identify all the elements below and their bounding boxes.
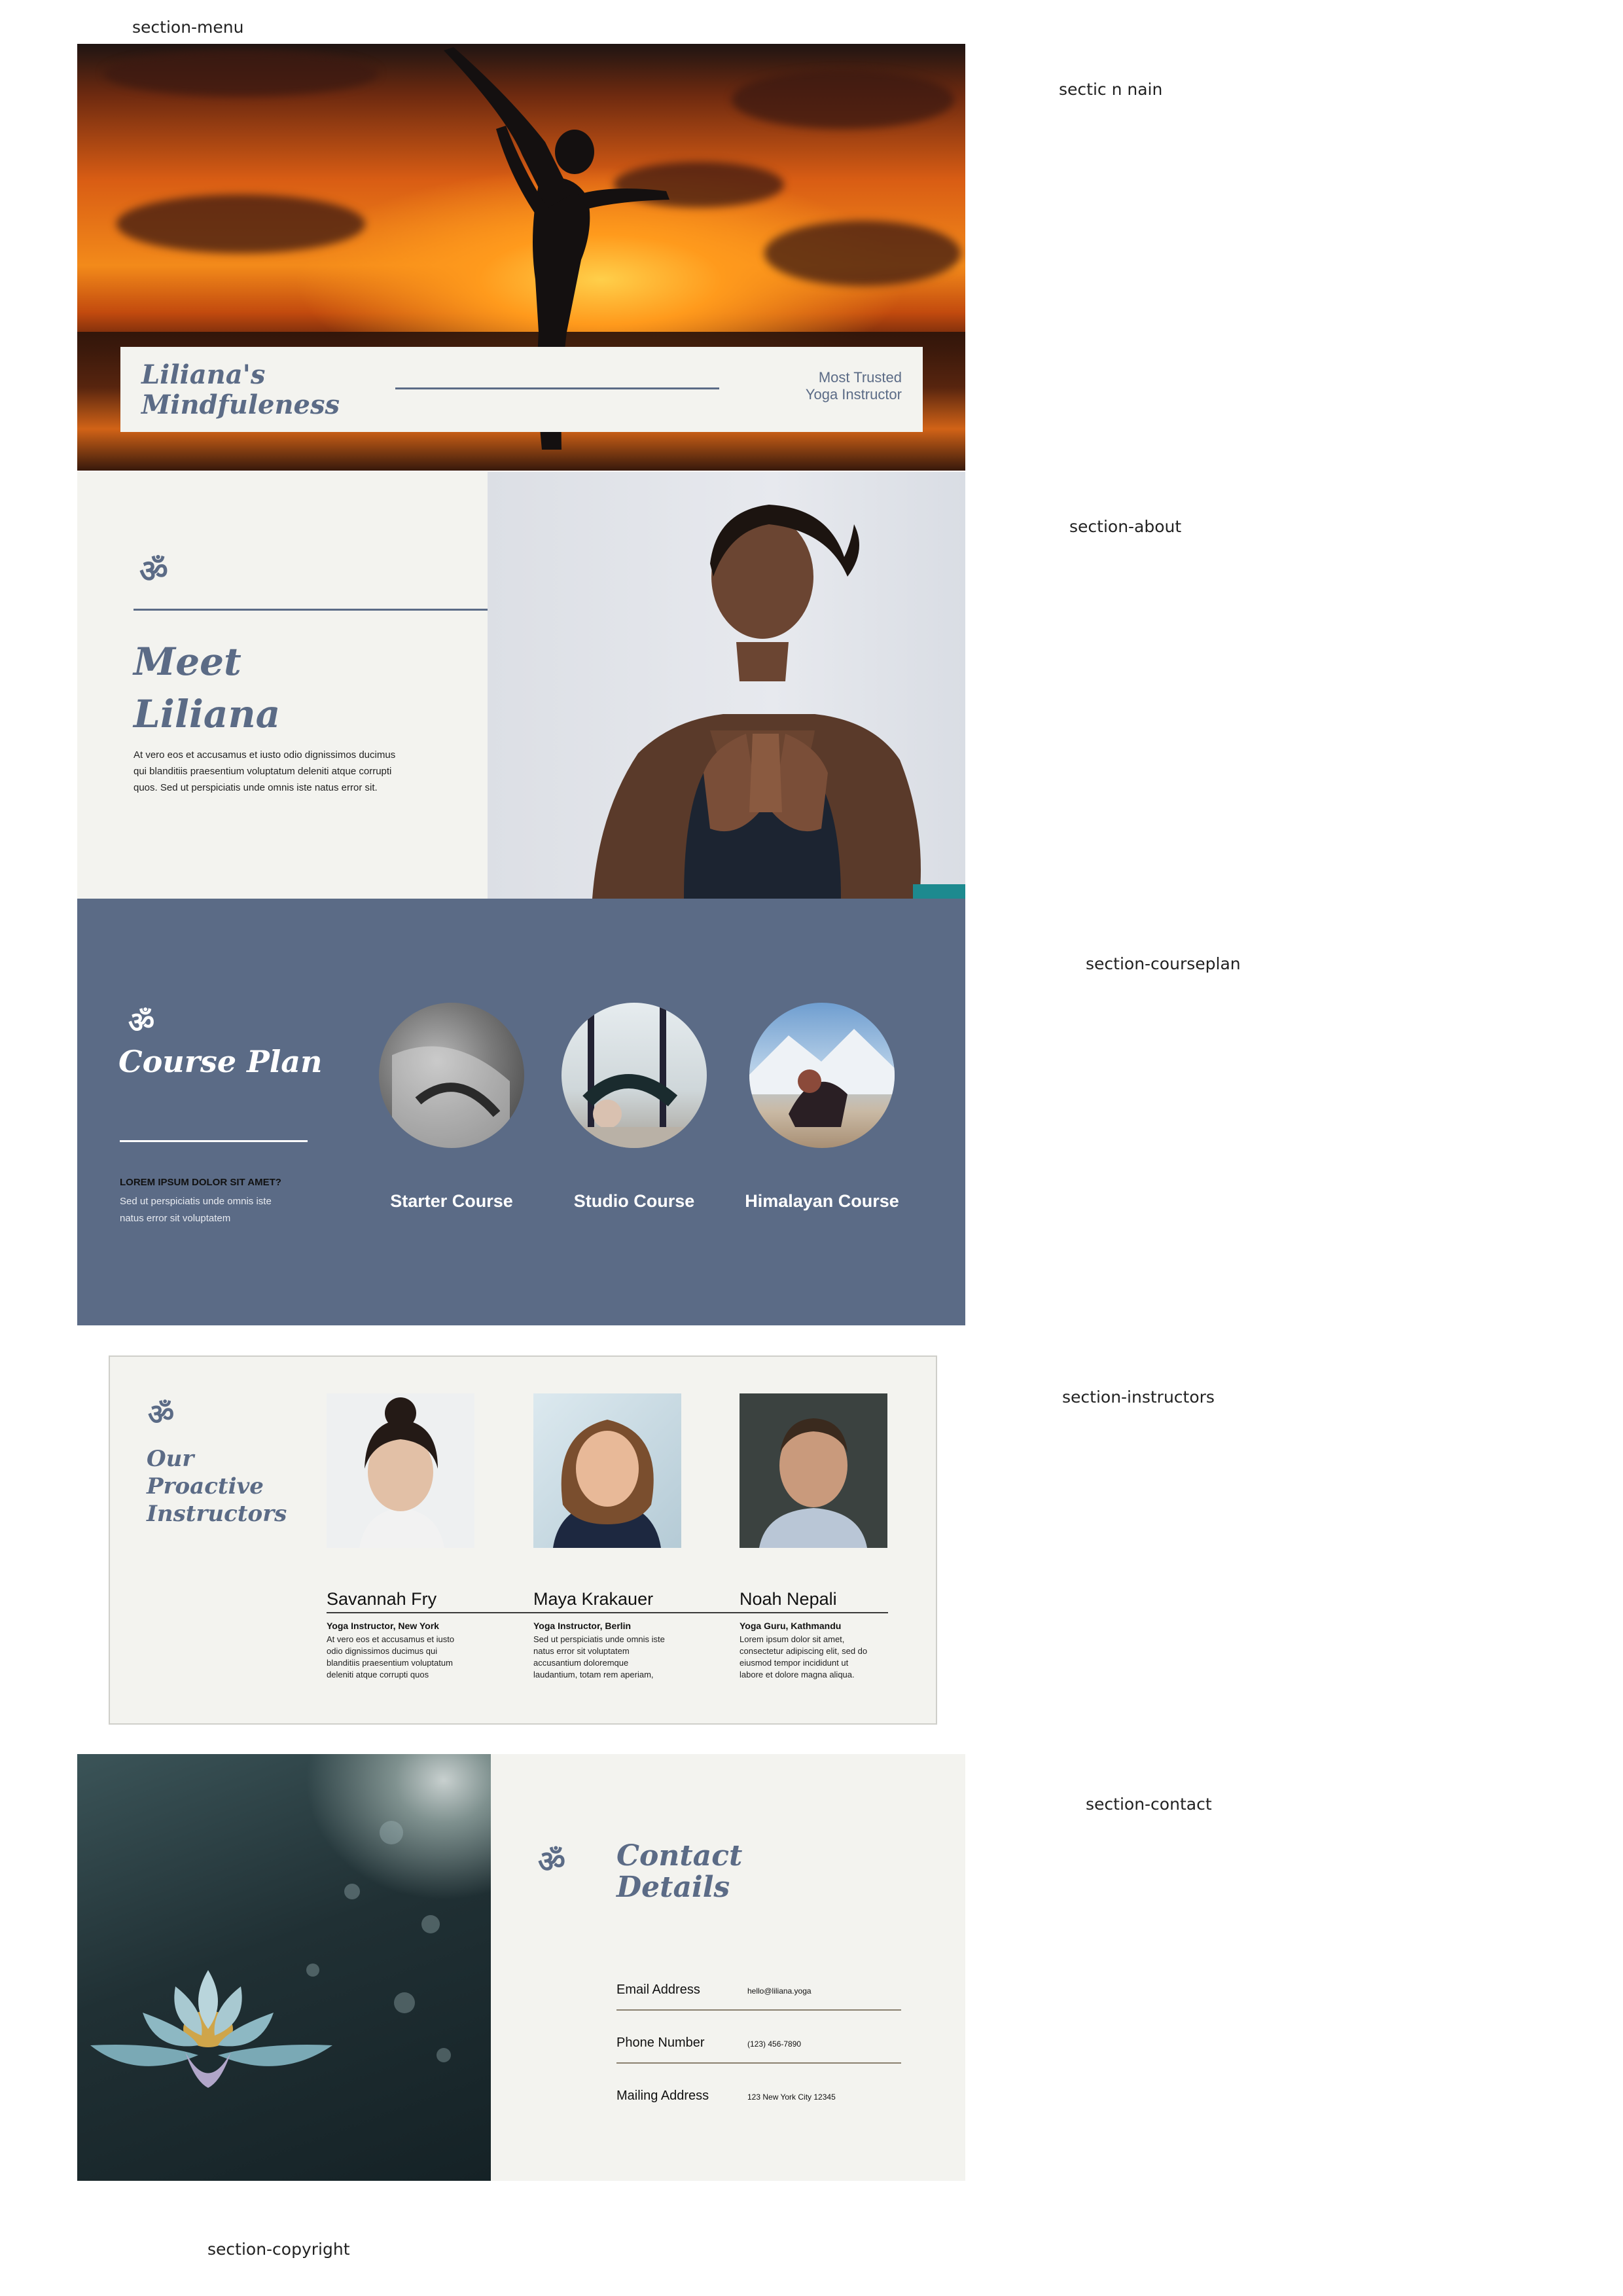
about-body-line-2: qui blanditiis praesentium voluptatum de… bbox=[134, 766, 392, 777]
bio-line: blanditiis praesentium voluptatum bbox=[327, 1658, 453, 1668]
course-plan-subhead: LOREM IPSUM DOLOR SIT AMET? bbox=[120, 1177, 281, 1188]
starter-course-label[interactable]: Starter Course bbox=[357, 1191, 546, 1211]
bio-line: deleniti atque corrupti quos bbox=[327, 1670, 429, 1679]
instructor-portrait-image bbox=[488, 472, 965, 899]
course-plan-title: Course Plan bbox=[118, 1044, 323, 1079]
contact-title-line-1: Contact bbox=[616, 1839, 743, 1873]
instructor-photo-maya bbox=[533, 1393, 681, 1548]
about-title: Meet Liliana bbox=[134, 636, 280, 740]
noah-portrait bbox=[759, 1418, 867, 1548]
hero-tagline: Most Trusted Yoga Instructor bbox=[806, 369, 902, 403]
meditating-woman-image bbox=[592, 505, 965, 899]
address-value: 123 New York City 12345 bbox=[747, 2092, 836, 2102]
instructor-name-savannah: Savannah Fry bbox=[327, 1589, 437, 1609]
instructor-role-noah: Yoga Guru, Kathmandu bbox=[740, 1621, 842, 1631]
email-label: Email Address bbox=[616, 1982, 700, 1997]
section-label-courseplan: section-courseplan bbox=[1086, 954, 1241, 973]
instructors-title-line-2: Proactive bbox=[147, 1473, 264, 1499]
bio-line: Sed ut perspiciatis unde omnis iste bbox=[533, 1634, 665, 1644]
instructors-divider bbox=[327, 1612, 888, 1613]
himalayan-course-photo bbox=[749, 1029, 895, 1127]
about-text-panel: ॐ Meet Liliana At vero eos et accusamus … bbox=[77, 472, 488, 899]
instructors-title-line-3: Instructors bbox=[147, 1501, 287, 1527]
lotus-flower-image bbox=[90, 1821, 451, 2088]
instructor-bio-savannah: At vero eos et accusamus et iusto odio d… bbox=[327, 1634, 472, 1681]
bio-line: eiusmod tempor incididunt ut bbox=[740, 1658, 849, 1668]
section-label-instructors: section-instructors bbox=[1062, 1388, 1215, 1407]
instructor-name-noah: Noah Nepali bbox=[740, 1589, 837, 1609]
tagline-line-1: Most Trusted bbox=[818, 369, 902, 386]
instructor-bio-maya: Sed ut perspiciatis unde omnis iste natu… bbox=[533, 1634, 679, 1681]
bio-line: consectetur adipiscing elit, sed do bbox=[740, 1646, 868, 1656]
section-label-copyright: section-copyright bbox=[207, 2240, 350, 2259]
om-icon: ॐ bbox=[139, 553, 168, 590]
brand-line-2: Mindfuleness bbox=[141, 389, 340, 420]
instructor-photo-noah bbox=[740, 1393, 887, 1548]
instructors-title: Our Proactive Instructors bbox=[147, 1445, 287, 1528]
contact-divider bbox=[616, 2062, 901, 2064]
om-icon: ॐ bbox=[128, 1006, 155, 1039]
about-body-line-3: quos. Sed ut perspiciatis unde omnis ist… bbox=[134, 782, 378, 793]
studio-course-image[interactable] bbox=[562, 1003, 707, 1148]
instructor-role-savannah: Yoga Instructor, New York bbox=[327, 1621, 439, 1631]
studio-course-label[interactable]: Studio Course bbox=[539, 1191, 729, 1211]
instructor-bio-noah: Lorem ipsum dolor sit amet, consectetur … bbox=[740, 1634, 885, 1681]
hero-banner: Liliana's Mindfuleness Most Trusted Yoga… bbox=[120, 347, 923, 432]
section-label-menu: section-menu bbox=[132, 18, 244, 37]
course-plan-body: Sed ut perspiciatis unde omnis iste natu… bbox=[120, 1193, 272, 1227]
lotus-image bbox=[77, 1754, 491, 2181]
contact-divider bbox=[616, 2009, 901, 2011]
email-value[interactable]: hello@liliana.yoga bbox=[747, 1986, 812, 1996]
about-title-line-1: Meet bbox=[134, 639, 241, 684]
bio-line: odio dignissimos ducimus qui bbox=[327, 1646, 438, 1656]
instructors-section: ॐ Our Proactive Instructors Savannah Fry… bbox=[109, 1355, 937, 1725]
instructors-title-line-1: Our bbox=[147, 1446, 194, 1472]
about-body-line-1: At vero eos et accusamus et iusto odio d… bbox=[134, 749, 396, 761]
brand-line-1: Liliana's bbox=[141, 359, 266, 390]
om-icon: ॐ bbox=[148, 1398, 175, 1431]
studio-course-photo bbox=[562, 1003, 707, 1148]
hero-divider bbox=[395, 387, 719, 389]
phone-value[interactable]: (123) 456-7890 bbox=[747, 2039, 801, 2049]
himalayan-course-image[interactable] bbox=[749, 1003, 895, 1148]
about-title-line-2: Liliana bbox=[134, 692, 281, 736]
about-divider bbox=[134, 609, 488, 611]
course-plan-divider bbox=[120, 1140, 308, 1142]
section-label-about: section-about bbox=[1069, 517, 1182, 536]
instructor-name-maya: Maya Krakauer bbox=[533, 1589, 654, 1609]
bio-line: laudantium, totam rem aperiam, bbox=[533, 1670, 654, 1679]
course-plan-section: ॐ Course Plan LOREM IPSUM DOLOR SIT AMET… bbox=[77, 899, 965, 1325]
contact-title: Contact Details bbox=[616, 1840, 742, 1903]
phone-label: Phone Number bbox=[616, 2036, 705, 2050]
bio-line: natus error sit voluptatem bbox=[533, 1646, 630, 1656]
contact-title-line-2: Details bbox=[616, 1871, 730, 1904]
section-label-main: sectic n nain bbox=[1059, 80, 1163, 99]
om-icon: ॐ bbox=[538, 1844, 565, 1879]
maya-portrait bbox=[553, 1420, 661, 1548]
brand-logo[interactable]: Liliana's Mindfuleness bbox=[141, 360, 340, 420]
instructor-photo-savannah bbox=[327, 1393, 474, 1548]
address-label: Mailing Address bbox=[616, 2089, 709, 2103]
instructor-role-maya: Yoga Instructor, Berlin bbox=[533, 1621, 632, 1631]
bio-line: At vero eos et accusamus et iusto bbox=[327, 1634, 455, 1644]
savannah-portrait bbox=[359, 1397, 444, 1548]
hero-section: Liliana's Mindfuleness Most Trusted Yoga… bbox=[77, 44, 965, 471]
himalayan-course-label[interactable]: Himalayan Course bbox=[727, 1191, 917, 1211]
course-plan-body-line-1: Sed ut perspiciatis unde omnis iste bbox=[120, 1196, 272, 1207]
bio-line: labore et dolore magna aliqua. bbox=[740, 1670, 855, 1679]
course-plan-body-line-2: natus error sit voluptatem bbox=[120, 1213, 231, 1224]
starter-course-photo bbox=[392, 1046, 510, 1148]
tagline-line-2: Yoga Instructor bbox=[805, 386, 902, 403]
bio-line: Lorem ipsum dolor sit amet, bbox=[740, 1634, 845, 1644]
starter-course-image[interactable] bbox=[379, 1003, 524, 1148]
section-label-contact: section-contact bbox=[1086, 1795, 1212, 1814]
bio-line: accusantium doloremque bbox=[533, 1658, 629, 1668]
contact-details-panel: ॐ Contact Details Email Address hello@li… bbox=[491, 1754, 965, 2181]
about-body: At vero eos et accusamus et iusto odio d… bbox=[134, 747, 395, 796]
